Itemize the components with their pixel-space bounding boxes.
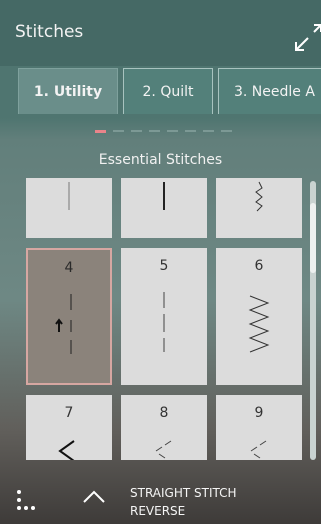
tab-bar: 1. Utility 2. Quilt 3. Needle A — [0, 68, 321, 114]
stitch-tile-5[interactable]: 5 — [121, 248, 207, 385]
page-dot[interactable] — [185, 130, 196, 132]
tab-utility[interactable]: 1. Utility — [18, 68, 118, 114]
scroll-thumb[interactable] — [310, 203, 316, 273]
tab-quilt[interactable]: 2. Quilt — [123, 68, 213, 114]
stitch-straight-dashed-icon — [163, 292, 165, 352]
stitch-tile-3[interactable] — [216, 178, 302, 238]
stitch-name-line1: Straight Stitch — [130, 486, 237, 500]
stitch-zigzag-icon — [248, 295, 270, 353]
stitch-tile-9[interactable]: 9 — [216, 395, 302, 460]
stitch-tile-8[interactable]: 8 — [121, 395, 207, 460]
selected-stitch-name: Straight Stitch Reverse — [130, 484, 237, 520]
stitch-tile-4[interactable]: 4 — [26, 248, 112, 385]
stitch-diagonal-bold-icon — [58, 440, 75, 460]
stitch-diagonal-dashed-icon — [155, 440, 172, 459]
grid-scrollbar[interactable] — [310, 181, 316, 460]
page-dot[interactable] — [131, 130, 142, 132]
expand-icon[interactable] — [290, 20, 321, 54]
page-dot[interactable] — [167, 130, 178, 132]
stitch-tile-6[interactable]: 6 — [216, 248, 302, 385]
page-dot[interactable] — [149, 130, 160, 132]
page-dot[interactable] — [221, 130, 232, 132]
header-bar: Stitches — [0, 0, 321, 66]
page-dot-active[interactable] — [95, 130, 106, 133]
category-heading: Essential Stitches — [98, 152, 223, 168]
stitch-grid: 4 5 6 7 8 9 — [0, 178, 310, 460]
stitch-name-line2: Reverse — [130, 504, 186, 518]
stitch-straight-thin-icon — [68, 182, 70, 210]
page-title: Stitches — [15, 22, 84, 42]
chevron-up-icon[interactable] — [82, 488, 106, 504]
dots-menu-icon[interactable] — [12, 486, 38, 516]
stitch-tile-7[interactable]: 7 — [26, 395, 112, 460]
stitch-straight-bold-icon — [163, 182, 165, 210]
page-dot[interactable] — [113, 130, 124, 132]
stitch-diagonal-dashed-icon — [250, 440, 267, 459]
stitch-tile-2[interactable] — [121, 178, 207, 238]
tab-needle-art[interactable]: 3. Needle A — [218, 68, 321, 114]
stitch-straight-reverse-icon — [55, 294, 72, 354]
stitch-zigzag-small-icon — [255, 181, 263, 212]
stitch-tile-1[interactable] — [26, 178, 112, 238]
page-dot[interactable] — [203, 130, 214, 132]
page-indicator — [95, 130, 255, 134]
